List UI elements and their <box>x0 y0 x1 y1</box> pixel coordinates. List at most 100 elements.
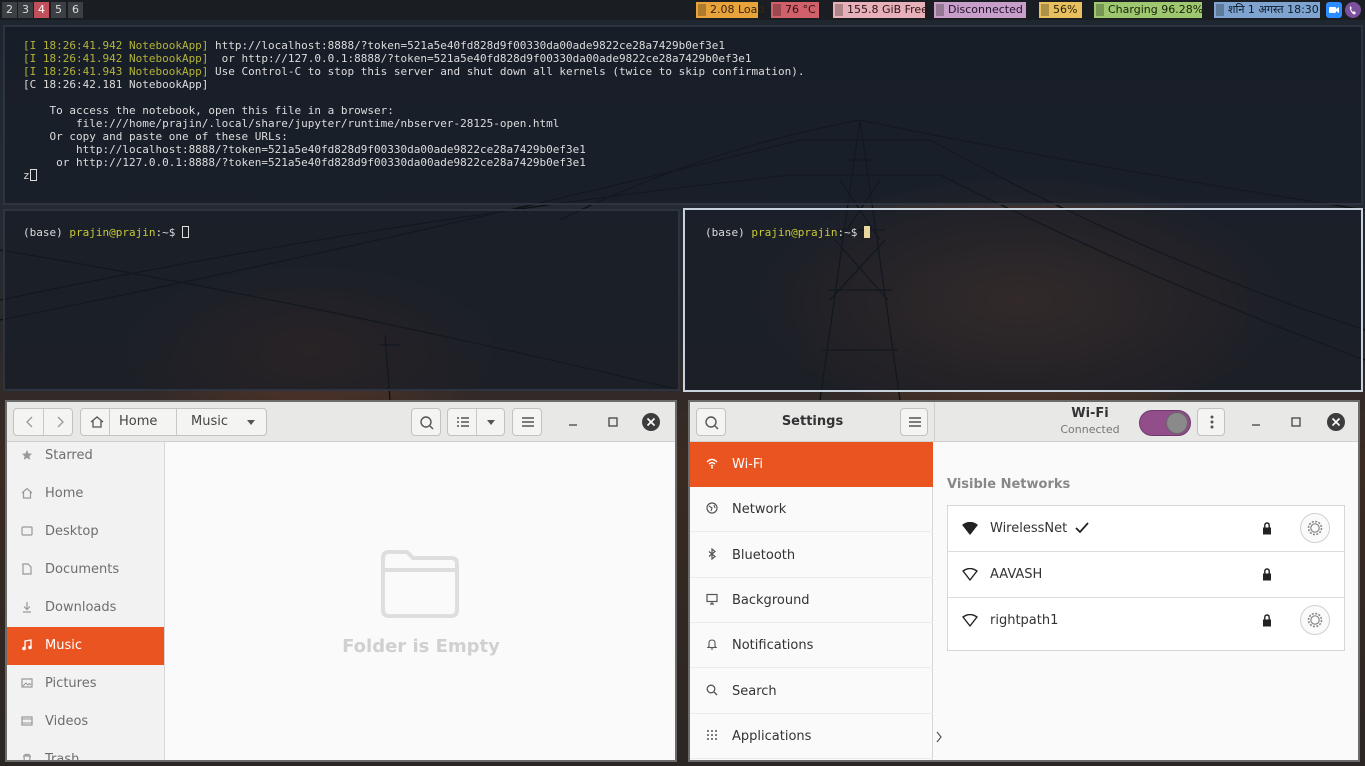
places-sidebar: Starred Home Desktop Documents Downloads Musi… <box>7 442 165 760</box>
sidebar-item-trash[interactable]: Trash <box>7 741 164 760</box>
wifi-toggle[interactable] <box>1139 410 1191 436</box>
settings-nav-wifi[interactable]: Wi-Fi <box>690 442 933 487</box>
sidebar-item-label: Pictures <box>45 676 97 691</box>
network-row[interactable]: rightpath1 <box>948 598 1344 644</box>
workspace-3[interactable]: 3 <box>18 2 33 18</box>
panel-title: Wi-Fi <box>1071 406 1109 421</box>
log-prefix: [I 18:26:41.942 NotebookApp] <box>23 39 209 52</box>
terminal-cursor <box>181 226 189 238</box>
view-dropdown-icon[interactable] <box>486 419 496 427</box>
file-view[interactable]: Folder is Empty <box>167 442 675 760</box>
video-icon <box>21 716 33 726</box>
sidebar-item-label: Videos <box>45 714 89 729</box>
settings-nav-bluetooth[interactable]: Bluetooth <box>690 533 933 578</box>
workspace-5[interactable]: 5 <box>51 2 66 18</box>
menu-button[interactable] <box>512 408 542 436</box>
terminal-line: [I 18:26:41.942 NotebookApp] or http://1… <box>23 52 1361 65</box>
settings-nav-label: Applications <box>732 728 812 744</box>
workspace-4[interactable]: 4 <box>34 2 49 18</box>
network-settings-button[interactable] <box>1300 605 1330 635</box>
panel-more-button[interactable] <box>1197 408 1225 436</box>
download-icon <box>23 602 31 613</box>
sidebar-item-home[interactable]: Home <box>7 475 164 513</box>
home-icon <box>90 416 104 428</box>
prompt-env: (base) <box>705 226 745 239</box>
network-row[interactable]: WirelessNet <box>948 506 1344 552</box>
settings-menu-button[interactable] <box>900 408 928 436</box>
settings-nav-background[interactable]: Background <box>690 578 933 623</box>
bell-icon <box>706 639 718 650</box>
file-manager-headerbar: Home Music <box>7 402 675 442</box>
view-options <box>447 408 505 436</box>
terminal-right[interactable]: (base) prajin@prajin:~$ <box>683 208 1363 392</box>
maximize-icon[interactable] <box>1290 416 1302 428</box>
file-manager-window: Home Music Starred Home Desktop Documents Do… <box>5 400 677 762</box>
terminal-cursor <box>863 226 870 238</box>
log-prefix: [I 18:26:41.942 NotebookApp] <box>23 52 209 65</box>
chevron-down-icon[interactable] <box>246 419 256 427</box>
settings-search-button[interactable] <box>696 408 726 436</box>
prompt-path: :~$ <box>837 226 864 239</box>
sidebar-item-music[interactable]: Music <box>7 627 164 665</box>
settings-nav-label: Search <box>732 683 777 699</box>
settings-nav-network[interactable]: Network <box>690 487 933 533</box>
log-text: http://localhost:8888/?token=521a5e40fd8… <box>23 143 586 156</box>
lock-icon <box>1262 522 1272 539</box>
maximize-icon[interactable] <box>607 416 619 428</box>
minimize-icon[interactable] <box>567 416 579 428</box>
breadcrumb-home[interactable]: Home <box>119 414 157 429</box>
settings-nav-search[interactable]: Search <box>690 669 933 714</box>
settings-nav-label: Bluetooth <box>732 547 796 563</box>
sidebar-item-pictures[interactable]: Pictures <box>7 665 164 703</box>
search-icon <box>705 416 719 430</box>
empty-folder-text: Folder is Empty <box>342 636 500 657</box>
list-view-icon[interactable] <box>456 416 470 428</box>
sidebar-item-documents[interactable]: Documents <box>7 551 164 589</box>
minimize-icon[interactable] <box>1250 416 1262 428</box>
workspace-6[interactable]: 6 <box>68 2 83 18</box>
wifi-signal-icon <box>962 614 978 627</box>
sidebar-item-label: Trash <box>45 752 80 760</box>
prompt-path: :~$ <box>155 226 182 239</box>
search-button[interactable] <box>411 408 441 436</box>
settings-title: Settings <box>781 414 844 429</box>
settings-nav: Wi-Fi Network Bluetooth Background Notificat… <box>690 442 942 760</box>
network-value: Disconnected <box>948 3 1023 16</box>
sidebar-item-videos[interactable]: Videos <box>7 703 164 741</box>
close-icon[interactable] <box>1326 412 1346 432</box>
breadcrumb-music[interactable]: Music <box>191 414 228 429</box>
terminal-input: z <box>23 169 30 182</box>
desktop: 2 3 4 5 6 2.08 Load 76 °C 155.8 GiB Free… <box>0 0 1365 766</box>
workspace-2[interactable]: 2 <box>2 2 17 18</box>
star-icon <box>22 450 32 460</box>
prompt-user: prajin@prajin <box>751 226 838 239</box>
sidebar-item-label: Downloads <box>45 600 117 615</box>
picture-icon <box>21 678 33 688</box>
log-text: Use Control-C to stop this server and sh… <box>208 65 805 78</box>
sidebar-item-downloads[interactable]: Downloads <box>7 589 164 627</box>
network-settings-button[interactable] <box>1300 513 1330 543</box>
close-icon[interactable] <box>641 412 661 432</box>
visible-networks-heading: Visible Networks <box>947 477 1071 492</box>
load-value: 2.08 Load <box>710 3 765 16</box>
settings-nav-applications[interactable]: Applications <box>690 714 942 759</box>
settings-window: Settings Wi-Fi Connected Wi-Fi Network Blu… <box>688 400 1360 762</box>
settings-nav-notifications[interactable]: Notifications <box>690 623 933 669</box>
more-vertical-icon <box>1210 415 1214 429</box>
terminal-left[interactable]: (base) prajin@prajin:~$ <box>3 209 680 391</box>
sidebar-item-starred[interactable]: Starred <box>7 442 164 475</box>
sidebar-item-desktop[interactable]: Desktop <box>7 513 164 551</box>
search-icon <box>706 684 718 695</box>
log-text: http://localhost:8888/?token=521a5e40fd8… <box>208 39 725 52</box>
network-row[interactable]: AAVASH <box>948 552 1344 598</box>
viber-icon[interactable] <box>1345 2 1361 18</box>
terminal-line: [C 18:26:42.181 NotebookApp] <box>23 78 1361 91</box>
battery-indicator: Charging 96.28% <box>1094 2 1203 18</box>
terminal-jupyter[interactable]: [I 18:26:41.942 NotebookApp] http://loca… <box>3 25 1363 205</box>
sidebar-item-label: Desktop <box>45 524 99 539</box>
wifi-signal-icon <box>962 522 978 535</box>
music-icon <box>22 639 32 651</box>
zoom-icon[interactable] <box>1326 2 1342 18</box>
back-icon[interactable] <box>24 415 36 429</box>
forward-icon[interactable] <box>54 415 66 429</box>
